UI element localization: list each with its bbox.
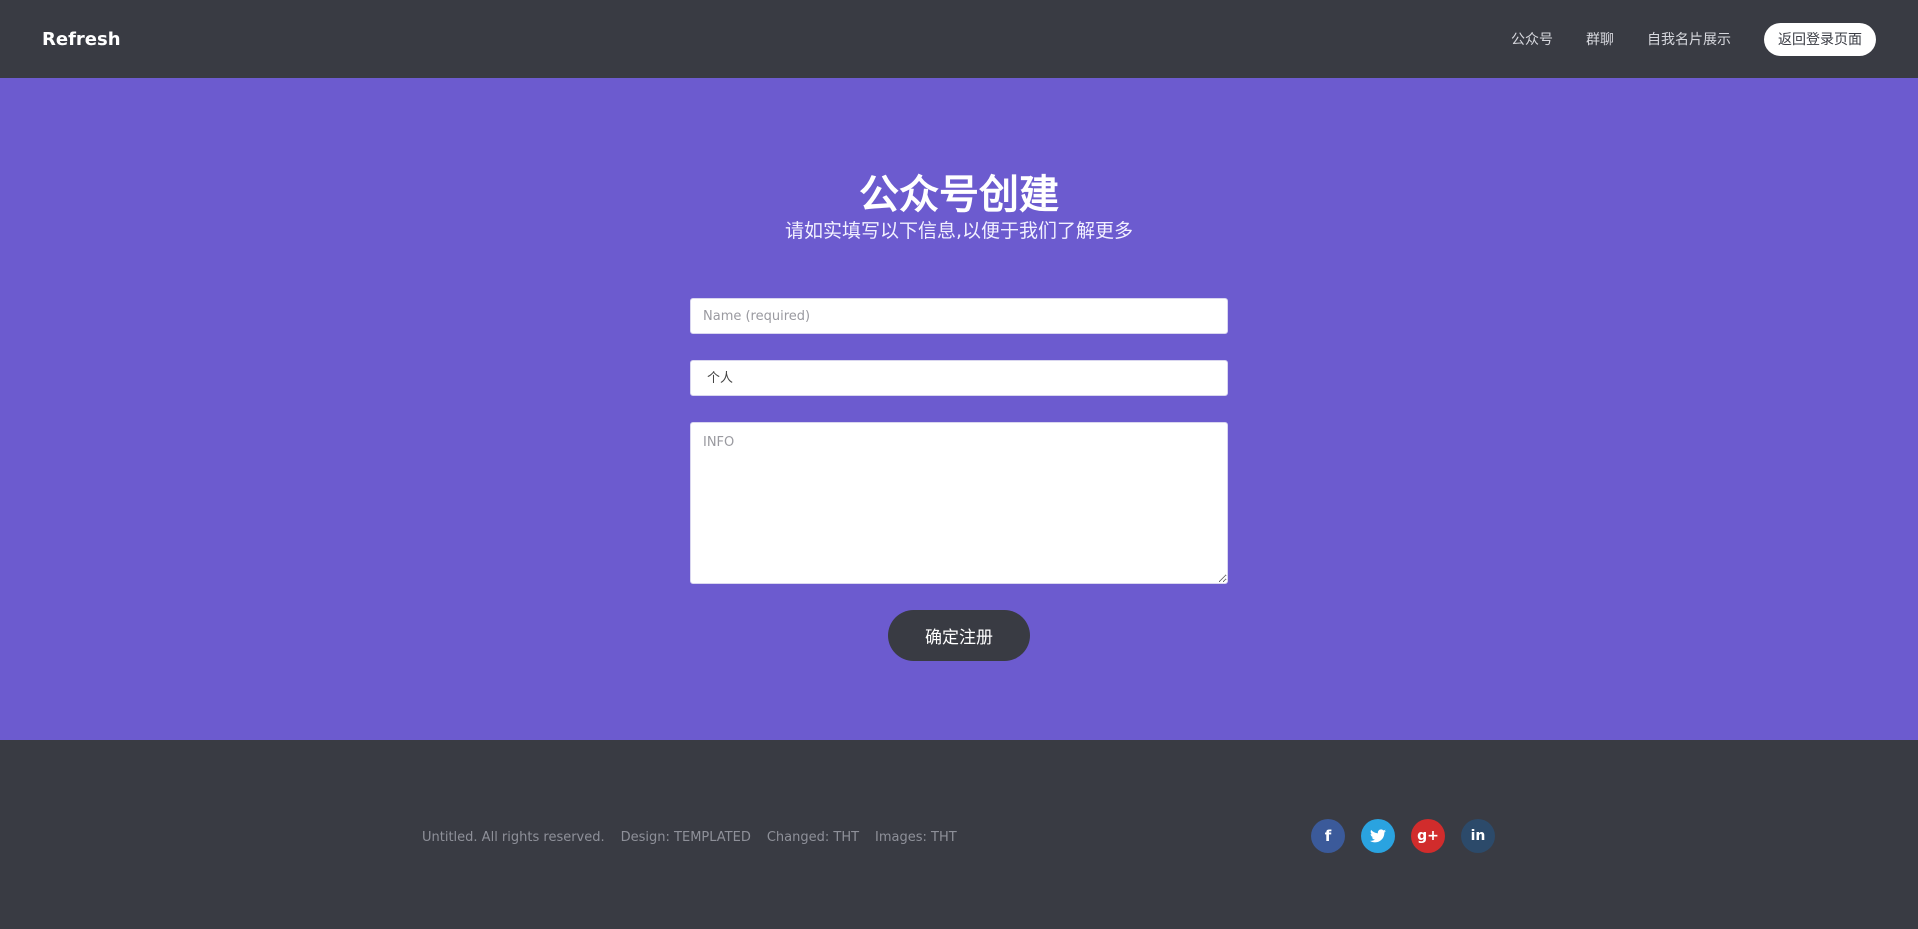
twitter-icon[interactable]: [1361, 819, 1395, 853]
footer-changed: Changed: THT: [766, 830, 860, 845]
nav-link-business-card[interactable]: 自我名片展示: [1647, 29, 1731, 49]
footer-copyright: Untitled. All rights reserved.: [422, 830, 605, 845]
footer: Untitled. All rights reserved. Design: T…: [0, 740, 1918, 929]
nav-link-group-chat[interactable]: 群聊: [1586, 29, 1614, 49]
facebook-icon[interactable]: f: [1311, 819, 1345, 853]
footer-credits: Untitled. All rights reserved. Design: T…: [422, 830, 973, 845]
page-subtitle: 请如实填写以下信息,以便于我们了解更多: [784, 220, 1134, 242]
registration-section: 公众号创建 请如实填写以下信息,以便于我们了解更多 个人 确定注册: [0, 78, 1918, 740]
google-plus-icon[interactable]: g+: [1411, 819, 1445, 853]
back-to-login-button[interactable]: 返回登录页面: [1764, 22, 1876, 56]
name-input[interactable]: [690, 298, 1228, 334]
brand-logo[interactable]: Refresh: [42, 29, 121, 50]
footer-design: Design: TEMPLATED: [620, 830, 751, 845]
page-title: 公众号创建: [859, 172, 1059, 218]
account-type-select[interactable]: 个人: [690, 360, 1228, 396]
top-navbar: Refresh 公众号 群聊 自我名片展示 返回登录页面: [0, 0, 1918, 78]
confirm-register-button[interactable]: 确定注册: [888, 610, 1030, 661]
nav-links: 公众号 群聊 自我名片展示 返回登录页面: [1478, 22, 1876, 56]
twitter-bird-icon: [1370, 829, 1386, 843]
social-links: f g+ in: [1311, 819, 1511, 853]
nav-link-official-account[interactable]: 公众号: [1511, 29, 1553, 49]
info-textarea[interactable]: [690, 422, 1228, 584]
footer-images: Images: THT: [875, 830, 957, 845]
linkedin-icon[interactable]: in: [1461, 819, 1495, 853]
